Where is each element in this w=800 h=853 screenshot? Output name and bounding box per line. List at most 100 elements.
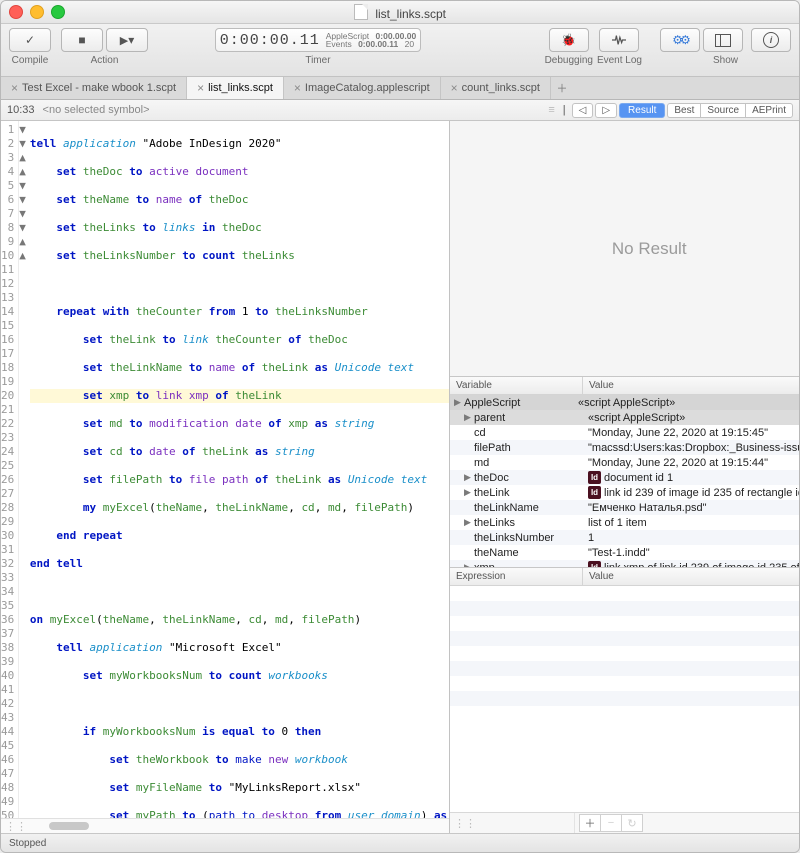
nav-fwd-button[interactable]: ▷ — [595, 103, 617, 118]
right-pane: No Result Variable Value ▶AppleScript«sc… — [450, 121, 799, 833]
variable-row[interactable]: theName"Test-1.indd" — [450, 545, 799, 560]
main: 1 2 3 4 5 6 7 8 9 10 11 12 13 14 15 16 1… — [1, 121, 799, 833]
variable-row[interactable]: ▶AppleScript«script AppleScript» — [450, 395, 799, 410]
variables-panel: Variable Value ▶AppleScript«script Apple… — [450, 377, 799, 568]
debugging-group: Debugging — [545, 28, 593, 66]
result-format-seg: Best Source AEPrint — [667, 103, 793, 118]
variable-row[interactable]: ▶xmpIdlink xmp of link id 239 of image i… — [450, 560, 799, 567]
compile-button[interactable]: ✓ — [9, 28, 51, 52]
close-icon[interactable]: × — [451, 81, 458, 95]
timer-label: Timer — [305, 55, 330, 66]
expr-refresh-button[interactable]: ↻ — [622, 814, 643, 832]
scroll-thumb[interactable] — [49, 822, 89, 830]
expr-drag-icon[interactable]: ⋮⋮ — [450, 813, 575, 833]
seg-source[interactable]: Source — [700, 103, 745, 118]
zoom-button[interactable] — [51, 5, 65, 19]
tab-imagecatalog[interactable]: ×ImageCatalog.applescript — [284, 77, 441, 99]
info-button[interactable]: i — [751, 28, 791, 52]
close-icon[interactable]: × — [294, 81, 301, 95]
nav-back-button[interactable]: ◁ — [572, 103, 594, 118]
expressions-header: Expression Value — [450, 568, 799, 586]
action-label: Action — [91, 55, 119, 66]
eventlog-label: Event Log — [597, 55, 642, 66]
timer-ev-label: Events — [326, 40, 352, 49]
timer-lcd: 0:00:00.11 — [220, 32, 320, 49]
debugging-label: Debugging — [545, 55, 593, 66]
variable-row[interactable]: ▶theLinkIdlink id 239 of image id 235 of… — [450, 485, 799, 500]
minimize-button[interactable] — [30, 5, 44, 19]
variable-row[interactable]: ▶parent«script AppleScript» — [450, 410, 799, 425]
eventlog-group: Event Log — [597, 28, 642, 66]
toolbar: ✓ Compile ■ ▾ Action 0:00:00.11 AppleScr… — [1, 24, 799, 77]
expr-remove-button[interactable]: − — [601, 814, 622, 832]
timer-ev-count: 20 — [405, 40, 414, 49]
variables-body[interactable]: ▶AppleScript«script AppleScript»▶parent«… — [450, 395, 799, 567]
pane-icon — [715, 34, 731, 47]
document-icon — [354, 4, 368, 20]
gears-icon — [672, 33, 688, 47]
run-button[interactable]: ▾ — [106, 28, 148, 52]
line-gutter: 1 2 3 4 5 6 7 8 9 10 11 12 13 14 15 16 1… — [1, 121, 19, 818]
indesign-icon: Id — [588, 486, 601, 499]
timer-display: 0:00:00.11 AppleScript 0:00.00.00 Events… — [215, 28, 422, 52]
seg-aeprint[interactable]: AEPrint — [745, 103, 793, 118]
tab-count-links[interactable]: × count_links.scpt — [441, 77, 551, 99]
variable-row[interactable]: cd"Monday, June 22, 2020 at 19:15:45" — [450, 425, 799, 440]
timer-group: 0:00:00.11 AppleScript 0:00.00.00 Events… — [215, 28, 422, 66]
tab-list-links[interactable]: × list_links.scpt — [187, 77, 284, 99]
status-bar: Stopped — [1, 833, 799, 852]
hamburger-icon[interactable]: ⋮⋮ — [1, 820, 31, 833]
expressions-panel: Expression Value ⋮⋮ ＋ — [450, 568, 799, 833]
symbol-time: 10:33 — [7, 104, 35, 116]
col-variable[interactable]: Variable — [450, 377, 583, 394]
window-title-text: list_links.scpt — [375, 7, 446, 21]
variable-row[interactable]: md"Monday, June 22, 2020 at 19:15:44" — [450, 455, 799, 470]
compile-label: Compile — [12, 55, 49, 66]
variable-row[interactable]: ▶theDocIddocument id 1 — [450, 470, 799, 485]
action-group: ■ ▾ Action — [61, 28, 148, 66]
close-button[interactable] — [9, 5, 23, 19]
toolbar-right: Debugging Event Log i Show — [545, 28, 791, 66]
show-panes-button[interactable] — [703, 28, 743, 52]
expressions-body[interactable] — [450, 586, 799, 812]
info-icon: i — [763, 32, 779, 48]
result-pill[interactable]: Result — [619, 103, 665, 118]
titlebar: list_links.scpt — [1, 1, 799, 24]
tab-label: count_links.scpt — [462, 82, 540, 94]
variable-row[interactable]: ▶theLinkslist of 1 item — [450, 515, 799, 530]
tab-label: Test Excel - make wbook 1.scpt — [22, 82, 176, 94]
close-icon[interactable]: × — [197, 81, 204, 95]
symbol-bar: 10:33 <no selected symbol> ≡ | ◁ ▷ Resul… — [1, 100, 799, 121]
tab-test-excel[interactable]: × Test Excel - make wbook 1.scpt — [1, 77, 187, 99]
timer-ev-val: 0:00.00.11 — [358, 40, 398, 49]
show-gears-button[interactable] — [660, 28, 700, 52]
symbol-selection[interactable]: <no selected symbol> — [43, 104, 150, 116]
eventlog-button[interactable] — [599, 28, 639, 52]
code-body[interactable]: tell application "Adobe InDesign 2020" s… — [26, 121, 449, 818]
timer-meta: AppleScript 0:00.00.00 Events 0:00.00.11… — [326, 32, 417, 49]
expr-add-button[interactable]: ＋ — [579, 814, 601, 832]
debugging-button[interactable] — [549, 28, 589, 52]
seg-best[interactable]: Best — [667, 103, 700, 118]
show-label: Show — [713, 55, 738, 66]
close-icon[interactable]: × — [11, 81, 18, 95]
col-value[interactable]: Value — [583, 377, 799, 394]
variable-row[interactable]: filePath"macssd:Users:kas:Dropbox:_Busin… — [450, 440, 799, 455]
variable-row[interactable]: theLinksNumber1 — [450, 530, 799, 545]
fold-gutter[interactable]: ▼ ▼ ▲ ▲ ▼ ▼ ▼ ▼ ▲ ▲ — [19, 121, 26, 818]
code-editor[interactable]: 1 2 3 4 5 6 7 8 9 10 11 12 13 14 15 16 1… — [1, 121, 449, 818]
col-value[interactable]: Value — [583, 568, 799, 585]
play-icon — [120, 33, 128, 47]
editor-hscroll[interactable]: ⋮⋮ — [1, 818, 449, 833]
variable-row[interactable]: theLinkName"Емченко Наталья.psd" — [450, 500, 799, 515]
window: list_links.scpt ✓ Compile ■ ▾ Action 0:0… — [0, 0, 800, 853]
hamburger-icon[interactable]: ≡ — [546, 104, 556, 116]
stop-button[interactable]: ■ — [61, 28, 103, 52]
file-tabs: × Test Excel - make wbook 1.scpt × list_li… — [1, 77, 799, 100]
new-tab-button[interactable]: ＋ — [551, 77, 573, 99]
window-title: list_links.scpt — [1, 4, 799, 21]
traffic-lights — [9, 5, 65, 19]
no-result-text: No Result — [612, 239, 687, 259]
tab-label: list_links.scpt — [208, 82, 273, 94]
col-expression[interactable]: Expression — [450, 568, 583, 585]
